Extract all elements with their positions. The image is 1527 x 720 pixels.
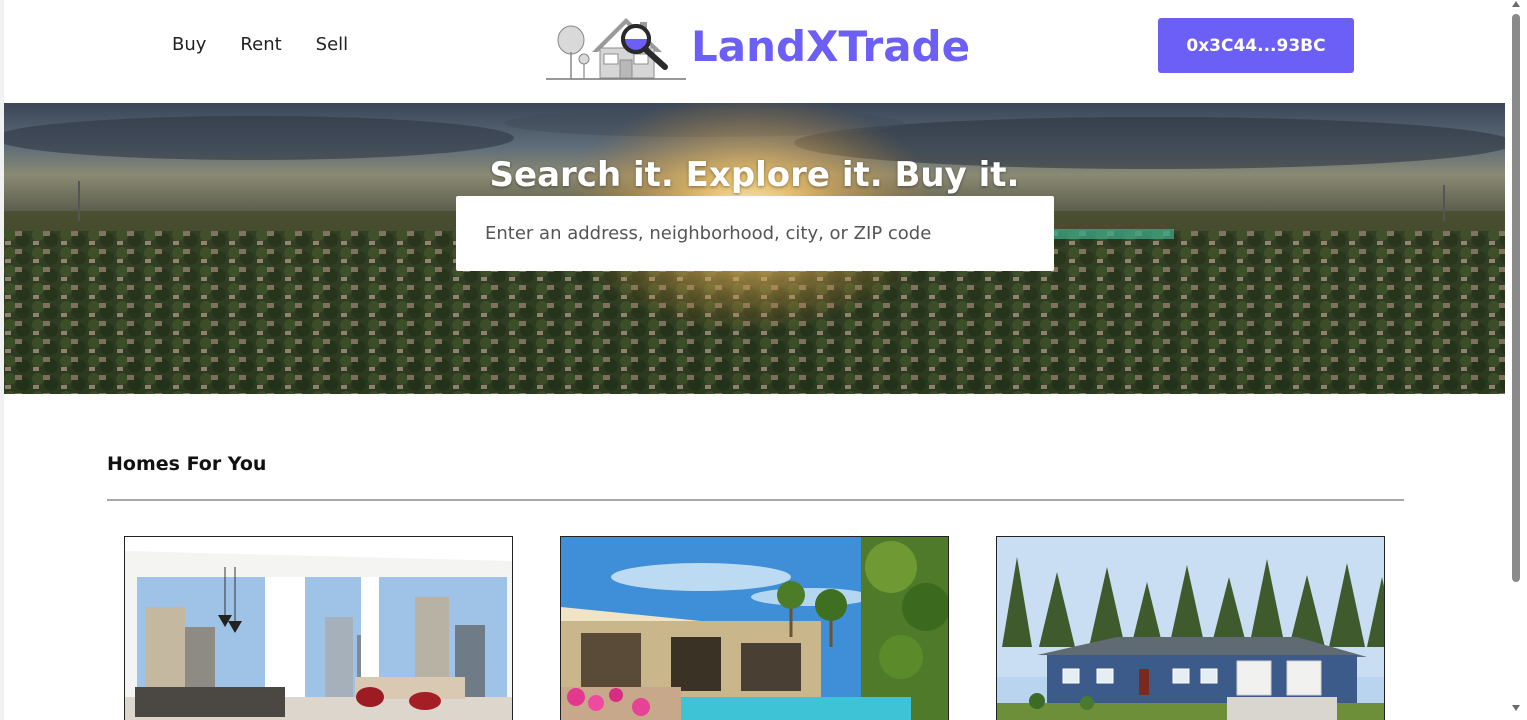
homes-for-you-heading: Homes For You	[107, 453, 267, 475]
hero-title: Search it. Explore it. Buy it.	[489, 155, 1020, 195]
vertical-scrollbar[interactable]	[1505, 0, 1527, 720]
brand-logo[interactable]: LandXTrade	[544, 8, 970, 84]
scrollbar-thumb[interactable]	[1512, 14, 1520, 582]
main-nav: Buy Rent Sell	[172, 34, 382, 55]
house-magnifier-logo-icon	[546, 18, 686, 80]
nav-rent-link[interactable]: Rent	[240, 34, 281, 55]
brand-name: LandXTrade	[691, 21, 971, 71]
wallet-address-button[interactable]: 0x3C44...93BC	[1158, 18, 1354, 73]
section-divider	[107, 499, 1404, 501]
property-search-input[interactable]	[456, 196, 1054, 271]
nav-buy-link[interactable]: Buy	[172, 34, 206, 55]
home-photo-interior	[125, 537, 512, 720]
home-photo-blue-house	[997, 537, 1384, 720]
home-card-2[interactable]	[560, 536, 949, 720]
scroll-down-arrow-icon[interactable]	[1511, 704, 1521, 712]
nav-sell-link[interactable]: Sell	[316, 34, 349, 55]
home-card-1[interactable]	[124, 536, 513, 720]
hero-banner: Search it. Explore it. Buy it.	[4, 103, 1505, 394]
home-photo-pool-house	[561, 537, 948, 720]
scroll-up-arrow-icon[interactable]	[1511, 0, 1521, 8]
page: Buy Rent Sell LandXTrade 0x3C44...93BC S…	[4, 0, 1505, 720]
home-card-3[interactable]	[996, 536, 1385, 720]
